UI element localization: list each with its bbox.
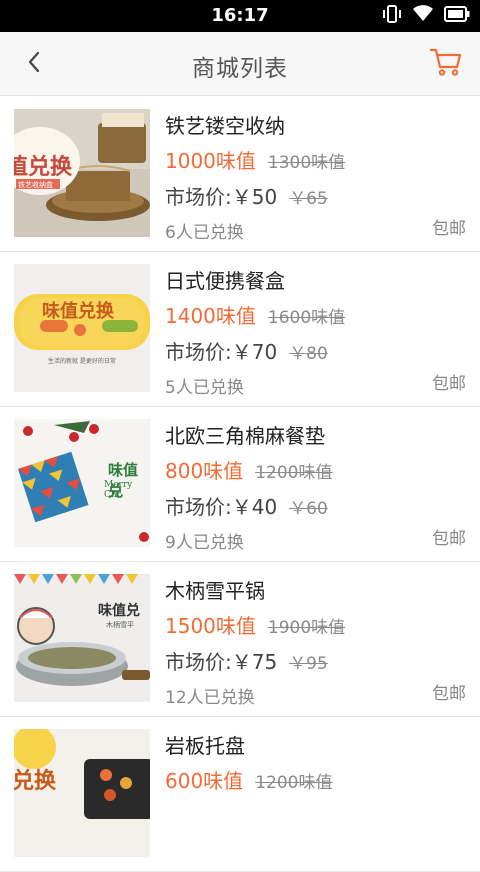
original-market-price: ￥65 (289, 189, 328, 209)
exchange-count: 6人已兑换 (165, 223, 244, 243)
wifi-icon (412, 5, 434, 27)
market-price-row: 市场价:￥40 ￥60 (165, 491, 328, 520)
original-market-price: ￥60 (289, 499, 328, 519)
market-price-row: 市场价:￥70 ￥80 (165, 336, 328, 365)
market-price-row: 市场价:￥50 ￥65 (165, 181, 328, 210)
original-exchange-price: 1200味值 (255, 773, 333, 793)
shipping-badge: 包邮 (432, 684, 466, 704)
image-caption: 味值兑 (98, 603, 140, 619)
product-name: 岩板托盘 (165, 734, 245, 758)
shipping-badge: 包邮 (432, 219, 466, 239)
product-image: 兑换 (14, 729, 150, 857)
exchange-price: 1500味值 (165, 614, 256, 638)
exchange-price: 800味值 (165, 459, 244, 483)
product-name: 铁艺镂空收纳 (165, 114, 285, 138)
price-row: 1400味值 1600味值 (165, 300, 345, 329)
shopping-cart-icon (429, 47, 462, 81)
original-exchange-price: 1900味值 (267, 618, 346, 638)
exchange-price: 1000味值 (165, 149, 256, 173)
product-item[interactable]: 味值兑换 生活的新就 是更好的日常 日式便携餐盒 1400味值 1600味值 市场… (0, 252, 480, 407)
page-title: 商城列表 (192, 56, 288, 82)
image-subcaption: Merry Chr (104, 480, 133, 500)
product-item[interactable]: 兑换 岩板托盘 600味值 1200味值 (0, 717, 480, 872)
shipping-badge: 包邮 (432, 374, 466, 394)
product-name: 日式便携餐盒 (165, 269, 285, 293)
app-header: 商城列表 (0, 32, 480, 96)
exchange-count: 12人已兑换 (165, 688, 255, 708)
original-exchange-price: 1200味值 (255, 463, 333, 483)
image-caption: 兑换 (14, 768, 57, 794)
product-name: 北欧三角棉麻餐垫 (165, 424, 325, 448)
exchange-price: 1400味值 (165, 304, 256, 328)
shipping-badge: 包邮 (432, 529, 466, 549)
product-image: 味值兑 Merry Chr (14, 419, 150, 547)
image-caption: 值兑换 (14, 154, 73, 180)
status-bar: 16:17 (0, 0, 480, 32)
image-caption: 味值兑换 (42, 301, 114, 322)
market-price: 市场价:￥70 (165, 340, 278, 364)
product-list: 值兑换 铁艺收纳盒 铁艺镂空收纳 1000味值 1300味值 市场价:￥50 ￥65… (0, 97, 480, 872)
original-exchange-price: 1600味值 (267, 308, 346, 328)
exchange-price: 600味值 (165, 769, 244, 793)
exchange-count: 9人已兑换 (165, 533, 244, 553)
price-row: 600味值 1200味值 (165, 765, 332, 794)
image-subcaption: 铁艺收纳盒 (18, 181, 53, 189)
product-item[interactable]: 值兑换 铁艺收纳盒 铁艺镂空收纳 1000味值 1300味值 市场价:￥50 ￥65… (0, 97, 480, 252)
original-market-price: ￥95 (289, 654, 328, 674)
cart-button[interactable] (428, 46, 464, 82)
status-icons (382, 4, 470, 28)
market-price: 市场价:￥40 (165, 495, 278, 519)
product-image: 值兑换 铁艺收纳盒 (14, 109, 150, 237)
product-image: 味值兑 木柄雪平 (14, 574, 150, 702)
market-price: 市场价:￥75 (165, 650, 278, 674)
market-price-row: 市场价:￥75 ￥95 (165, 646, 328, 675)
image-subcaption: 木柄雪平 (106, 621, 134, 629)
product-item[interactable]: 味值兑 木柄雪平 木柄雪平锅 1500味值 1900味值 市场价:￥75 ￥95 1… (0, 562, 480, 717)
exchange-count: 5人已兑换 (165, 378, 244, 398)
vibrate-icon (382, 4, 402, 28)
battery-icon (444, 6, 470, 26)
price-row: 800味值 1200味值 (165, 455, 332, 484)
product-name: 木柄雪平锅 (165, 579, 265, 603)
image-subcaption: 生活的新就 是更好的日常 (48, 358, 116, 365)
original-market-price: ￥80 (289, 344, 328, 364)
price-row: 1000味值 1300味值 (165, 145, 345, 174)
market-price: 市场价:￥50 (165, 185, 278, 209)
product-image: 味值兑换 生活的新就 是更好的日常 (14, 264, 150, 392)
price-row: 1500味值 1900味值 (165, 610, 345, 639)
product-item[interactable]: 味值兑 Merry Chr 北欧三角棉麻餐垫 800味值 1200味值 市场价:￥… (0, 407, 480, 562)
original-exchange-price: 1300味值 (267, 153, 346, 173)
